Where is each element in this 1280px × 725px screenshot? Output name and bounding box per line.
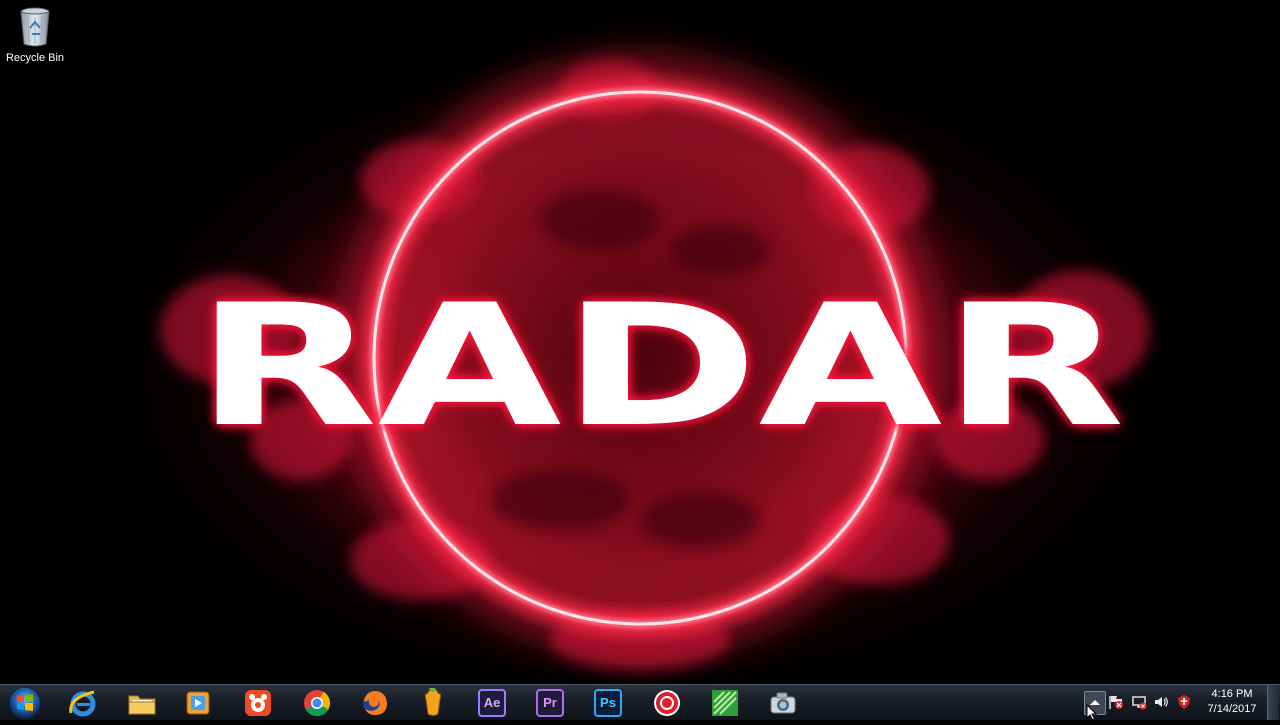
taskbar-firefox[interactable] xyxy=(353,687,397,718)
tray-antivirus[interactable] xyxy=(1176,694,1192,710)
start-button[interactable] xyxy=(4,685,46,720)
tray-action-center[interactable] xyxy=(1108,694,1124,710)
volume-icon xyxy=(1155,697,1168,707)
photoshop-icon: Ps xyxy=(594,688,622,717)
network-icon xyxy=(1132,696,1147,710)
taskbar-premiere-pro[interactable]: Pr xyxy=(528,687,572,718)
wallpaper-title: RADAR xyxy=(195,268,1125,464)
taskbar-fl-studio[interactable] xyxy=(411,687,455,718)
taskbar-capture-tool[interactable] xyxy=(761,687,805,718)
taskbar-screen-recorder[interactable] xyxy=(645,687,689,718)
taskbar-media-player[interactable] xyxy=(176,687,220,718)
show-desktop-button[interactable] xyxy=(1267,685,1279,720)
record-icon xyxy=(654,689,680,716)
tray-network[interactable] xyxy=(1131,694,1147,710)
premiere-pro-icon: Pr xyxy=(536,688,564,717)
desktop-icon-label: Recycle Bin xyxy=(5,52,65,64)
windows-start-orb-icon xyxy=(8,686,42,720)
taskbar-internet-explorer[interactable] xyxy=(61,687,105,718)
desktop-icon-recycle-bin[interactable]: Recycle Bin xyxy=(4,6,66,70)
camera-icon xyxy=(770,692,796,713)
taskbar-google-chrome[interactable] xyxy=(295,687,339,718)
folder-icon xyxy=(128,695,156,714)
action-center-flag-icon xyxy=(1109,696,1123,709)
taskbar-photoshop[interactable]: Ps xyxy=(586,687,630,718)
chrome-icon xyxy=(304,689,331,716)
clock-date: 7/14/2017 xyxy=(1207,703,1257,715)
media-player-icon xyxy=(186,691,210,714)
desktop: RADAR Recycle Bin xyxy=(0,0,1280,684)
recycle-bin-icon xyxy=(20,7,50,47)
tray-volume[interactable] xyxy=(1153,694,1169,710)
taskbar-windows-explorer[interactable] xyxy=(120,687,164,718)
fl-studio-icon xyxy=(424,687,442,716)
taskbar-camtasia[interactable] xyxy=(703,687,747,718)
taskbar-after-effects[interactable]: Ae xyxy=(470,687,514,718)
taskbar-gom-player[interactable] xyxy=(236,687,280,718)
wallpaper: RADAR xyxy=(0,0,1280,684)
antivirus-icon xyxy=(1178,695,1190,709)
tray-clock[interactable]: 4:16 PM 7/14/2017 xyxy=(1200,687,1264,719)
after-effects-icon: Ae xyxy=(478,688,506,717)
camtasia-icon xyxy=(712,689,738,716)
mouse-cursor-icon xyxy=(1086,704,1098,721)
clock-time: 4:16 PM xyxy=(1211,688,1253,700)
internet-explorer-icon xyxy=(69,690,96,716)
gom-player-icon xyxy=(245,689,271,716)
firefox-icon xyxy=(363,690,387,715)
